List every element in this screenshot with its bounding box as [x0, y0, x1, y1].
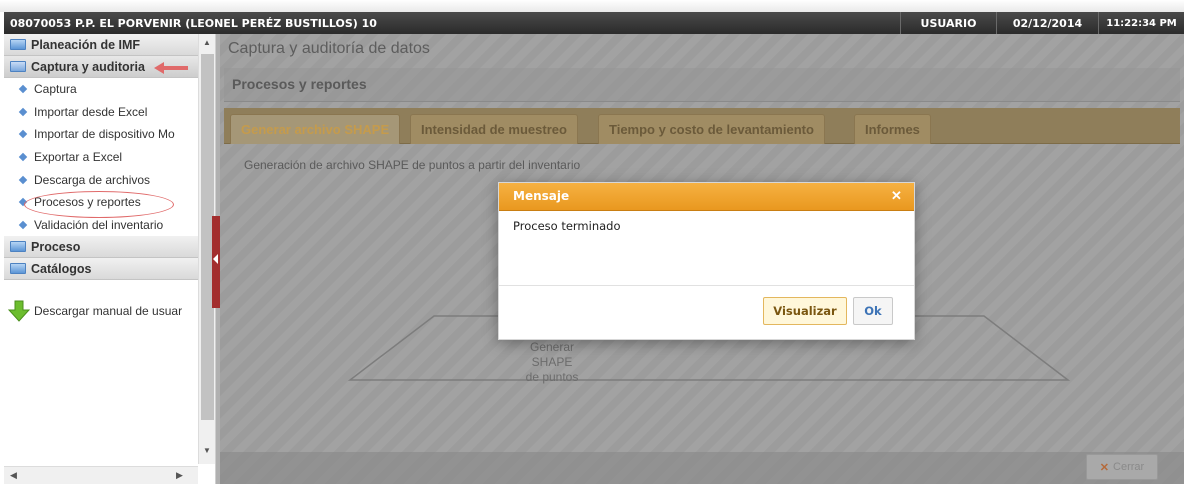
sidebar-item-label: Validación del inventario — [34, 217, 164, 232]
ok-button[interactable]: Ok — [853, 297, 893, 325]
generate-shape-button[interactable]: Generar SHAPE de puntos — [502, 340, 602, 385]
sidebar-item-label: Descarga de archivos — [34, 172, 151, 187]
folder-icon — [10, 241, 26, 253]
scroll-right-icon[interactable]: ▶ — [176, 470, 183, 481]
bullet-icon — [18, 220, 28, 230]
collapse-arrow-icon — [213, 254, 218, 264]
sidebar-section-catalogos[interactable]: Catálogos — [4, 258, 198, 281]
sidebar-section-label: Captura y auditoria — [31, 59, 145, 74]
sidebar-accordion: Planeación de IMF Captura y auditoria Ca… — [4, 34, 198, 464]
shape-label-line: Generar — [529, 340, 575, 354]
bullet-icon — [18, 175, 28, 184]
visualize-button[interactable]: Visualizar — [763, 297, 847, 325]
scroll-up-icon[interactable]: ▲ — [203, 38, 211, 47]
sidebar-section-label: Catálogos — [31, 261, 92, 276]
dialog-header[interactable]: Mensaje ✕ — [499, 183, 914, 211]
bottom-toolbar — [220, 452, 1184, 484]
tab-tiempo-costo[interactable]: Tiempo y costo de levantamiento — [598, 114, 825, 144]
sidebar-item-label: Importar desde Excel — [34, 104, 148, 119]
sidebar-section-label: Proceso — [31, 239, 81, 254]
sidebar-item-label: Importar de dispositivo Mo — [34, 127, 175, 142]
dialog-title: Mensaje — [513, 189, 570, 203]
tab-generar-shape[interactable]: Generar archivo SHAPE — [230, 114, 401, 144]
sidebar-section-label: Planeación de IMF — [31, 37, 141, 52]
download-manual-link[interactable]: Descargar manual de usuar — [8, 300, 182, 322]
sidebar-section-proceso[interactable]: Proceso — [4, 236, 198, 259]
app-title: 08070053 P.P. EL PORVENIR (LEONEL PERÉZ … — [10, 16, 377, 30]
bullet-icon — [18, 152, 28, 162]
download-manual-label: Descargar manual de usuar — [34, 304, 183, 318]
folder-icon — [10, 39, 26, 50]
sidebar-item-exportar-excel[interactable]: Exportar a Excel — [4, 146, 198, 169]
section-title: Procesos y reportes — [232, 76, 367, 92]
sidebar-section-planeacion[interactable]: Planeación de IMF — [4, 34, 198, 56]
message-dialog: Mensaje ✕ Proceso terminado Visualizar O… — [498, 182, 915, 340]
bullet-icon — [18, 130, 28, 139]
dialog-divider — [499, 285, 914, 286]
close-button[interactable]: ✕ Cerrar — [1086, 454, 1158, 480]
scroll-down-icon[interactable]: ▼ — [203, 446, 211, 455]
sidebar-item-label: Captura — [34, 82, 77, 97]
sidebar-item-importar-dispositivo[interactable]: Importar de dispositivo Mo — [4, 123, 198, 146]
highlight-ellipse-annotation — [24, 191, 174, 218]
red-arrow-annotation — [154, 62, 188, 74]
shape-label-line: de puntos — [525, 370, 579, 384]
tab-intensidad-muestreo[interactable]: Intensidad de muestreo — [410, 114, 578, 144]
close-icon: ✕ — [1099, 461, 1110, 474]
close-button-label: Cerrar — [1113, 461, 1145, 473]
download-arrow-icon — [8, 300, 30, 322]
sidebar-horizontal-scrollbar[interactable]: ◀ ▶ — [4, 466, 198, 484]
tab-informes[interactable]: Informes — [854, 114, 931, 144]
sidebar-item-label: Exportar a Excel — [34, 150, 123, 165]
time-label: 11:22:34 PM — [1098, 12, 1184, 34]
date-label: 02/12/2014 — [996, 12, 1098, 34]
open-folder-icon — [10, 61, 26, 72]
sidebar-item-importar-excel[interactable]: Importar desde Excel — [4, 101, 198, 124]
sidebar: Planeación de IMF Captura y auditoria Ca… — [4, 34, 216, 484]
scroll-left-icon[interactable]: ◀ — [10, 470, 17, 481]
tab-description: Generación de archivo SHAPE de puntos a … — [244, 158, 581, 172]
sidebar-item-captura[interactable]: Captura — [4, 78, 198, 101]
title-bar: 08070053 P.P. EL PORVENIR (LEONEL PERÉZ … — [4, 12, 1184, 34]
folder-icon — [10, 263, 26, 275]
user-label[interactable]: USUARIO — [900, 12, 996, 34]
bullet-icon — [18, 107, 28, 117]
dialog-message: Proceso terminado — [513, 219, 621, 233]
tab-bar: Generar archivo SHAPE Intensidad de mues… — [224, 108, 1180, 144]
window-top-shade — [0, 0, 1184, 12]
dialog-close-icon[interactable]: ✕ — [891, 188, 902, 204]
shape-label-line: SHAPE — [531, 355, 573, 369]
sidebar-item-descarga-archivos[interactable]: Descarga de archivos — [4, 168, 198, 191]
section-header: Procesos y reportes — [224, 68, 1180, 102]
page-title: Captura y auditoría de datos — [228, 40, 430, 57]
bullet-icon — [18, 85, 28, 94]
